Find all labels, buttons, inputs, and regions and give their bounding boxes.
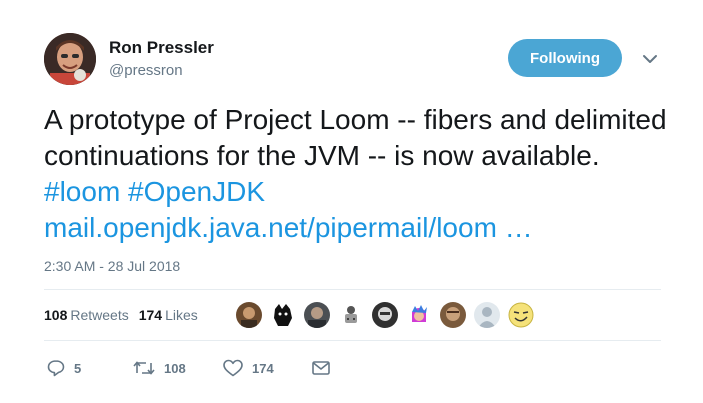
likes-stat[interactable]: 174 Likes bbox=[139, 307, 198, 323]
tweet-card: Ron Pressler @pressron Following A proto… bbox=[0, 0, 703, 403]
tweet-body: A prototype of Project Loom -- fibers an… bbox=[44, 104, 667, 171]
liker-avatar[interactable] bbox=[406, 302, 432, 328]
liker-avatar[interactable] bbox=[304, 302, 330, 328]
engagement-stats: 108 Retweets 174 Likes bbox=[44, 307, 198, 323]
hashtag-openjdk[interactable]: #OpenJDK bbox=[128, 176, 265, 207]
following-button[interactable]: Following bbox=[508, 39, 622, 77]
divider-top bbox=[44, 289, 661, 290]
divider-bottom bbox=[44, 340, 661, 341]
retweet-icon bbox=[132, 358, 156, 378]
liker-avatar[interactable] bbox=[372, 302, 398, 328]
like-count: 174 bbox=[252, 360, 274, 376]
tweet-text: A prototype of Project Loom -- fibers an… bbox=[44, 102, 674, 210]
retweet-button[interactable]: 108 bbox=[132, 358, 186, 378]
message-icon bbox=[310, 358, 332, 378]
retweet-count: 108 bbox=[164, 360, 186, 376]
likes-count: 174 bbox=[138, 307, 163, 323]
hashtag-loom[interactable]: #loom bbox=[44, 176, 120, 207]
liker-avatar[interactable] bbox=[440, 302, 466, 328]
direct-message-button[interactable] bbox=[310, 358, 332, 378]
likes-label: Likes bbox=[165, 307, 198, 323]
author-name[interactable]: Ron Pressler bbox=[109, 38, 214, 58]
tweet-link[interactable]: mail.openjdk.java.net/pipermail/loom … bbox=[44, 210, 533, 246]
retweets-count: 108 bbox=[44, 307, 68, 323]
reply-button[interactable]: 5 bbox=[46, 358, 81, 378]
like-button[interactable]: 174 bbox=[222, 358, 274, 378]
heart-icon bbox=[222, 358, 244, 378]
chevron-down-icon[interactable] bbox=[642, 52, 658, 64]
liker-avatars bbox=[236, 302, 534, 328]
liker-avatar[interactable] bbox=[474, 302, 500, 328]
liker-avatar[interactable] bbox=[338, 302, 364, 328]
liker-avatar[interactable] bbox=[236, 302, 262, 328]
retweets-label: Retweets bbox=[70, 307, 129, 323]
liker-avatar[interactable] bbox=[270, 302, 296, 328]
author-avatar[interactable] bbox=[44, 33, 96, 85]
reply-icon bbox=[46, 358, 66, 378]
tweet-timestamp[interactable]: 2:30 AM - 28 Jul 2018 bbox=[44, 258, 180, 274]
retweets-stat[interactable]: 108 Retweets bbox=[44, 307, 129, 323]
liker-avatar[interactable] bbox=[508, 302, 534, 328]
reply-count: 5 bbox=[74, 360, 82, 376]
author-handle[interactable]: @pressron bbox=[109, 62, 183, 79]
